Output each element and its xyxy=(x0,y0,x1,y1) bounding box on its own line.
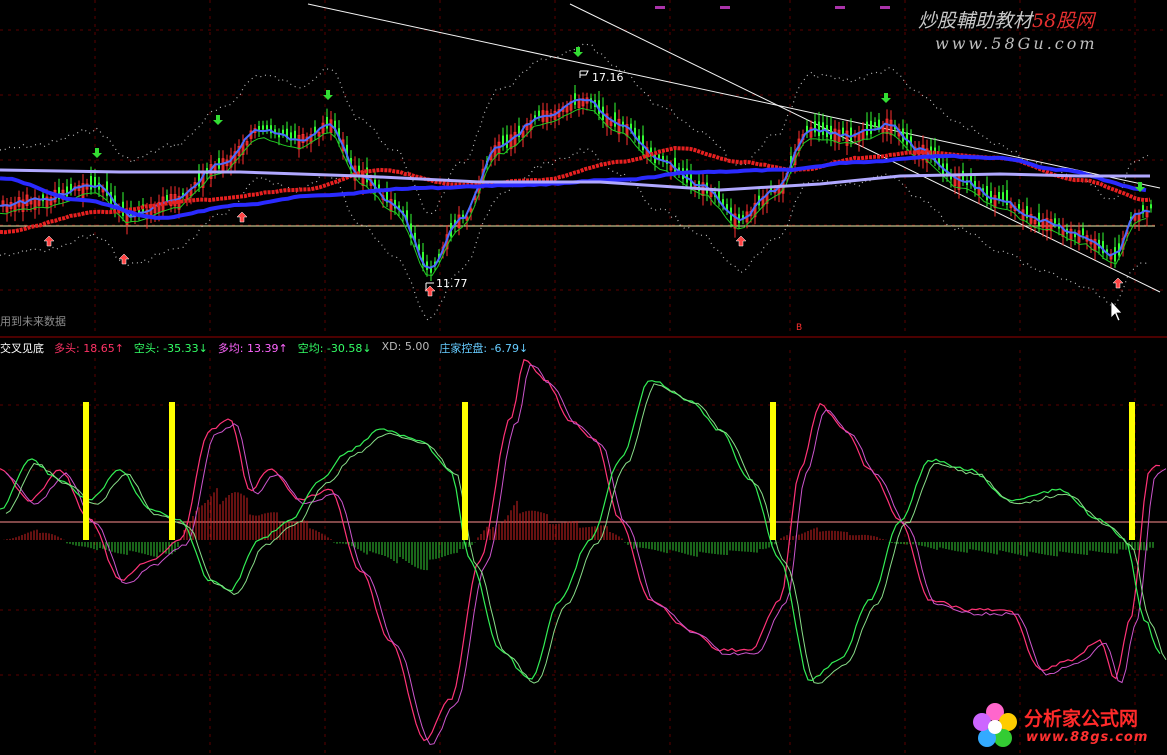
buy-arrow-icon xyxy=(236,211,248,223)
legend-bear: 空头: -35.33↓ xyxy=(133,342,208,355)
buy-arrow-icon xyxy=(118,253,130,265)
candle-body xyxy=(986,186,988,201)
candle-body xyxy=(266,125,268,130)
flower-logo-icon xyxy=(973,703,1017,747)
signal-bar xyxy=(83,402,89,540)
candle-body xyxy=(1082,228,1084,236)
top-marker xyxy=(880,6,890,9)
signal-bar xyxy=(770,402,776,540)
low-price-label: 11.77 xyxy=(436,277,468,290)
candle-body xyxy=(822,122,824,135)
mouse-cursor-icon xyxy=(1110,299,1123,322)
candle-body xyxy=(614,112,616,127)
candle-body xyxy=(198,173,200,187)
top-marker xyxy=(720,6,730,9)
legend-xd: XD: 5.00 xyxy=(381,340,430,353)
candle-body xyxy=(850,127,852,141)
ma-green xyxy=(0,107,1147,277)
candle-body xyxy=(538,110,540,117)
indicator-legend: 交叉见底 多头: 18.65↑ 空头: -35.33↓ 多均: 13.39↑ 空… xyxy=(0,340,528,356)
candle-body xyxy=(1018,204,1020,209)
stock-chart-canvas[interactable] xyxy=(0,0,1167,755)
candle-body xyxy=(642,135,644,151)
high-flag-icon xyxy=(579,70,589,78)
watermark-title: 炒股輔助教材58股网 xyxy=(918,10,1095,32)
buy-arrow-icon xyxy=(1112,277,1124,289)
watermark-url: www.58Gu.com xyxy=(935,34,1098,53)
top-marker xyxy=(655,6,665,9)
site-logo: 分析家公式网 www.88gs.com xyxy=(968,700,1158,752)
sell-arrow-icon xyxy=(92,148,102,158)
candle-body xyxy=(878,119,880,129)
legend-control: 庄家控盘: -6.79↓ xyxy=(439,342,529,355)
legend-bull-avg: 多均: 13.39↑ xyxy=(217,342,288,355)
sell-arrow-icon xyxy=(573,47,583,57)
legend-bear-avg: 空均: -30.58↓ xyxy=(297,342,372,355)
high-price-label: 17.16 xyxy=(592,71,624,84)
buy-arrow-icon xyxy=(735,235,747,247)
candle-body xyxy=(1054,218,1056,224)
candle-body xyxy=(874,122,876,127)
signal-bar xyxy=(462,402,468,540)
candle-body xyxy=(866,121,868,136)
future-data-note: 用到未来数据 xyxy=(0,315,66,328)
candle-body xyxy=(818,121,820,136)
logo-title: 分析家公式网 xyxy=(1024,708,1139,730)
candle-body xyxy=(166,195,168,202)
legend-bull: 多头: 18.65↑ xyxy=(54,342,124,355)
ma-red-dotted xyxy=(0,145,1151,235)
b-marker: B xyxy=(796,323,803,333)
bull-avg-line xyxy=(5,364,1167,746)
buy-arrow-icon xyxy=(43,235,55,247)
indicator-name: 交叉见底 xyxy=(0,342,44,355)
signal-bar xyxy=(169,402,175,540)
sell-arrow-icon xyxy=(213,115,223,125)
candle-body xyxy=(326,116,328,129)
candle-body xyxy=(282,129,284,134)
candle-body xyxy=(870,120,872,134)
candle-body xyxy=(1150,204,1152,209)
candle-body xyxy=(574,93,576,105)
candle-body xyxy=(814,121,816,133)
candle-body xyxy=(262,125,264,130)
candle-body xyxy=(426,261,428,270)
logo-url: www.88gs.com xyxy=(1026,730,1149,745)
candle-body xyxy=(90,175,92,190)
signal-bar xyxy=(1129,402,1135,540)
top-marker xyxy=(835,6,845,9)
